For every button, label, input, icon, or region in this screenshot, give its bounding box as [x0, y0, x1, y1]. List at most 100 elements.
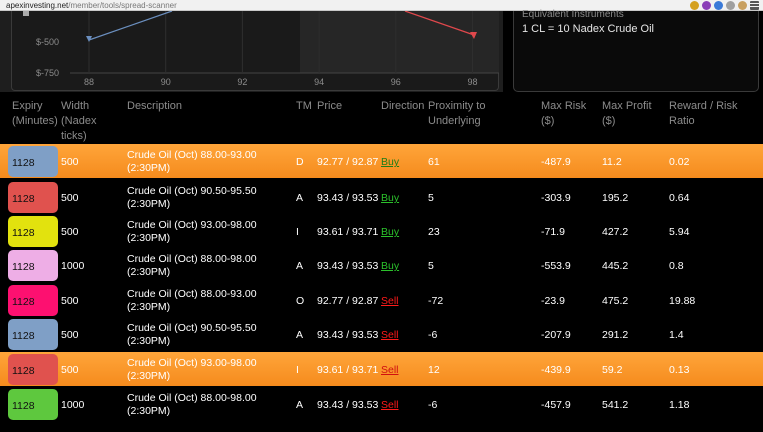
description-cell: Crude Oil (Oct) 88.00-98.00 (2:30PM): [127, 253, 257, 278]
table-row[interactable]: 1128 500 Crude Oil (Oct) 93.00-98.00 (2:3…: [0, 214, 763, 248]
ratio-cell: 1.4: [669, 329, 684, 341]
table-row[interactable]: 1128 500 Crude Oil (Oct) 88.00-93.00 (2:3…: [0, 283, 763, 317]
ratio-cell: 19.88: [669, 295, 696, 307]
width-cell: 500: [61, 192, 79, 204]
expiry-cell: 1128: [8, 285, 58, 316]
price-cell: 93.43 / 93.53: [317, 192, 379, 204]
extension-globe-icon[interactable]: [714, 1, 723, 10]
spread-chart-panel: $-500 $-750 88 90 92 94 96 98: [0, 11, 503, 92]
description-cell: Crude Oil (Oct) 90.50-95.50 (2:30PM): [127, 322, 257, 347]
header-description[interactable]: Description: [127, 99, 182, 114]
equivalent-instruments-title: Equivalent Instruments: [522, 9, 624, 20]
header-expiry[interactable]: Expiry (Minutes): [12, 99, 58, 129]
max-risk-cell: -553.9: [541, 260, 571, 272]
tm-cell: I: [296, 226, 299, 238]
x-tick-label: 90: [161, 77, 171, 87]
description-cell: Crude Oil (Oct) 88.00-98.00 (2:30PM): [127, 392, 257, 417]
proximity-cell: -6: [428, 329, 438, 341]
tm-cell: A: [296, 329, 304, 341]
header-max-risk[interactable]: Max Risk ($): [541, 99, 586, 129]
table-row[interactable]: 1128 1000 Crude Oil (Oct) 88.00-98.00 (2:…: [0, 387, 763, 421]
max-risk-cell: -71.9: [541, 226, 565, 238]
max-profit-cell: 445.2: [602, 260, 629, 272]
extension-paint-icon[interactable]: [738, 1, 747, 10]
y-tick-label: $-750: [36, 68, 59, 78]
width-cell: 500: [61, 226, 79, 238]
x-tick-label: 96: [391, 77, 401, 87]
direction-link[interactable]: Buy: [381, 156, 399, 168]
table-row[interactable]: 1128 500 Crude Oil (Oct) 90.50-95.50 (2:3…: [0, 180, 763, 214]
width-cell: 1000: [61, 260, 85, 272]
description-cell: Crude Oil (Oct) 93.00-98.00 (2:30PM): [127, 357, 257, 382]
table-row[interactable]: 1128 500 Crude Oil (Oct) 93.00-98.00 (2:3…: [0, 352, 763, 386]
x-tick-labels: 88 90 92 94 96 98: [84, 77, 478, 87]
tm-cell: O: [296, 295, 305, 307]
equivalent-instruments-line: 1 CL = 10 Nadex Crude Oil: [522, 23, 654, 35]
table-row[interactable]: 1128 500 Crude Oil (Oct) 90.50-95.50 (2:3…: [0, 317, 763, 351]
price-cell: 93.61 / 93.71: [317, 226, 379, 238]
max-risk-cell: -207.9: [541, 329, 571, 341]
direction-link[interactable]: Sell: [381, 399, 399, 411]
price-cell: 93.43 / 93.53: [317, 260, 379, 272]
header-reward-risk-ratio[interactable]: Reward / Risk Ratio: [669, 99, 763, 129]
expiry-cell: 1128: [8, 182, 58, 213]
header-tm[interactable]: TM: [296, 99, 312, 114]
direction-link[interactable]: Buy: [381, 226, 399, 238]
tm-cell: A: [296, 260, 304, 272]
max-profit-cell: 11.2: [602, 156, 622, 168]
ratio-cell: 0.02: [669, 156, 690, 168]
description-cell: Crude Oil (Oct) 88.00-93.00 (2:30PM): [127, 149, 257, 174]
x-tick-label: 88: [84, 77, 94, 87]
max-risk-cell: -487.9: [541, 156, 571, 168]
description-cell: Crude Oil (Oct) 93.00-98.00 (2:30PM): [127, 219, 257, 244]
width-cell: 1000: [61, 399, 85, 411]
url-text[interactable]: apexinvesting.net/member/tools/spread-sc…: [6, 0, 177, 11]
width-cell: 500: [61, 364, 79, 376]
browser-menu-icon[interactable]: [750, 1, 759, 10]
direction-link[interactable]: Buy: [381, 192, 399, 204]
extension-icon[interactable]: [702, 1, 711, 10]
price-cell: 93.43 / 93.53: [317, 329, 379, 341]
tm-cell: A: [296, 192, 304, 204]
proximity-cell: 12: [428, 364, 440, 376]
header-width[interactable]: Width (Nadex ticks): [61, 99, 96, 144]
direction-link[interactable]: Buy: [381, 260, 399, 272]
url-host: apexinvesting.net: [6, 1, 69, 10]
max-risk-cell: -439.9: [541, 364, 571, 376]
max-profit-cell: 291.2: [602, 329, 629, 341]
price-cell: 92.77 / 92.87: [317, 156, 379, 168]
expiry-cell: 1128: [8, 319, 58, 350]
direction-link[interactable]: Sell: [381, 329, 399, 341]
ratio-cell: 1.18: [669, 399, 690, 411]
table-row[interactable]: 1128 500 Crude Oil (Oct) 88.00-93.00 (2:3…: [0, 144, 763, 178]
width-cell: 500: [61, 156, 79, 168]
proximity-cell: -6: [428, 399, 438, 411]
direction-link[interactable]: Sell: [381, 364, 399, 376]
header-max-profit[interactable]: Max Profit ($): [602, 99, 652, 129]
expiry-cell: 1128: [8, 216, 58, 247]
direction-link[interactable]: Sell: [381, 295, 399, 307]
address-bar[interactable]: apexinvesting.net/member/tools/spread-sc…: [0, 0, 763, 11]
header-direction[interactable]: Direction: [381, 99, 424, 114]
header-proximity[interactable]: Proximity to Underlying: [428, 99, 485, 129]
max-profit-cell: 541.2: [602, 399, 629, 411]
expiry-cell: 1128: [8, 146, 58, 177]
url-path: /member/tools/spread-scanner: [68, 1, 177, 10]
width-cell: 500: [61, 295, 79, 307]
proximity-cell: 5: [428, 192, 434, 204]
max-profit-cell: 59.2: [602, 364, 623, 376]
ratio-cell: 0.64: [669, 192, 690, 204]
x-tick-label: 92: [237, 77, 247, 87]
proximity-cell: -72: [428, 295, 444, 307]
series-blue-line: [88, 11, 173, 41]
extension-puzzle-icon[interactable]: [726, 1, 735, 10]
ratio-cell: 5.94: [669, 226, 690, 238]
header-price[interactable]: Price: [317, 99, 342, 114]
y-tick-label: $-500: [36, 37, 59, 47]
chart-shaded-region: [300, 11, 499, 73]
ratio-cell: 0.13: [669, 364, 690, 376]
x-tick-label: 94: [314, 77, 324, 87]
table-row[interactable]: 1128 1000 Crude Oil (Oct) 88.00-98.00 (2:…: [0, 248, 763, 282]
equivalent-instruments-panel: Equivalent Instruments 1 CL = 10 Nadex C…: [513, 9, 759, 92]
bookmark-star-icon[interactable]: [690, 1, 699, 10]
